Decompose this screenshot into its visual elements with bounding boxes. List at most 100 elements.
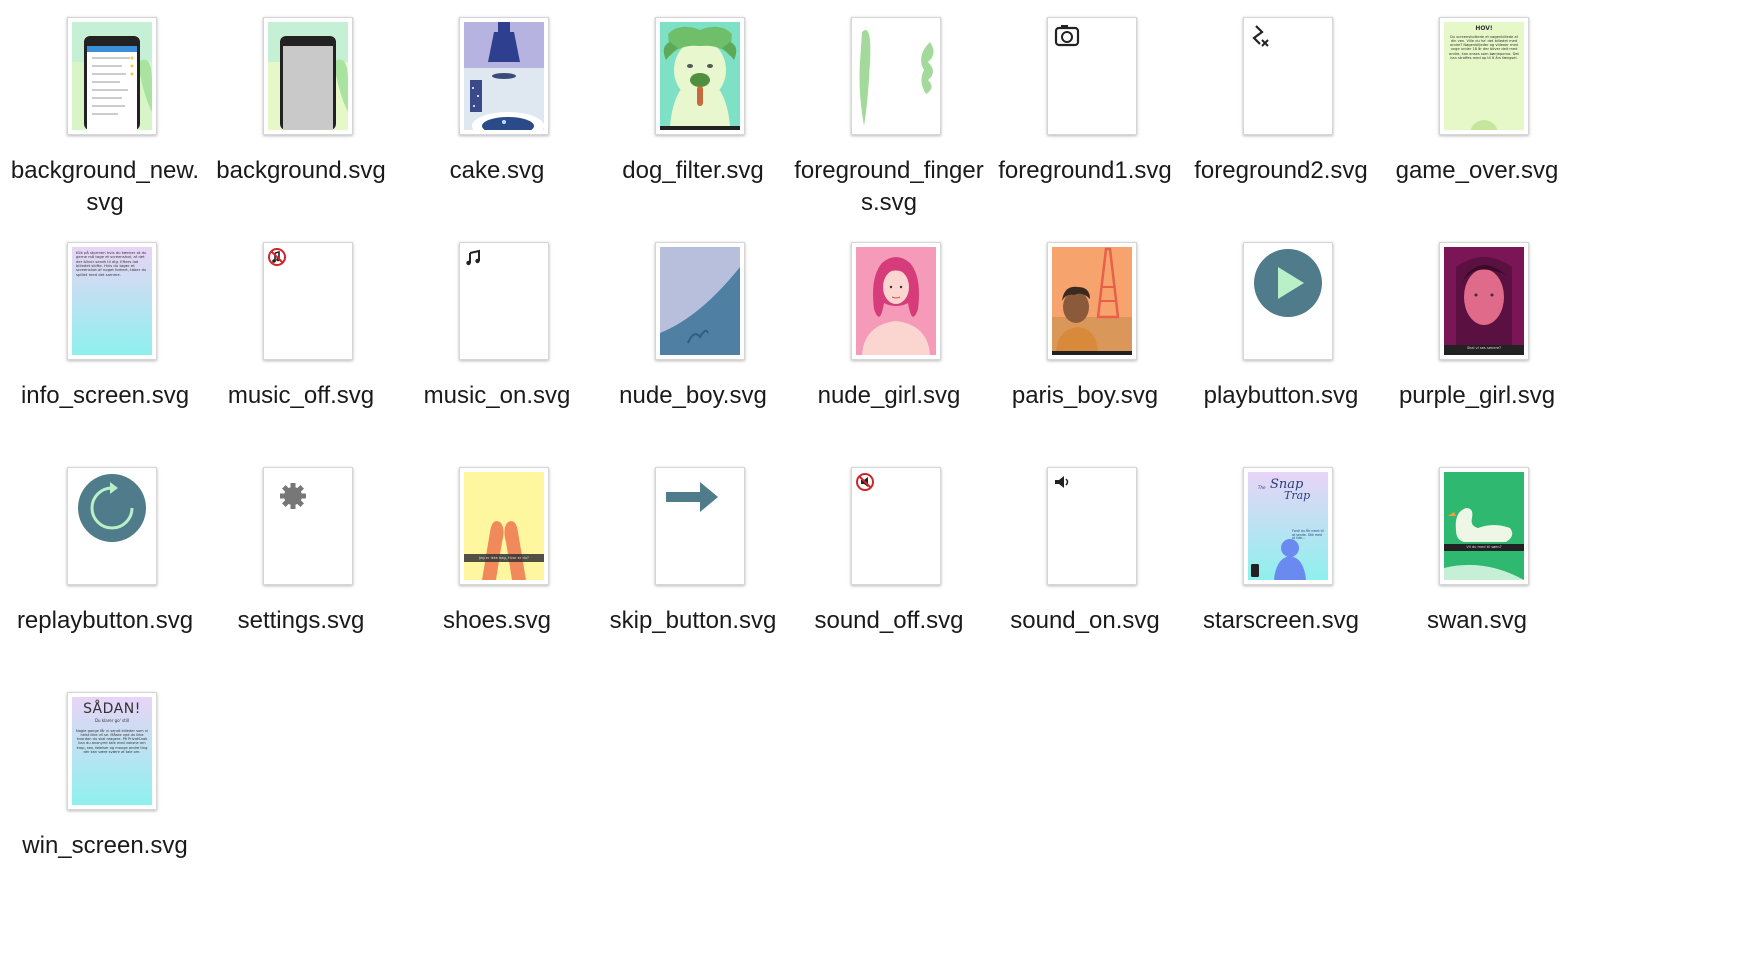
file-name-label[interactable]: starscreen.svg <box>1171 605 1391 637</box>
paris-boy-preview <box>1052 247 1132 355</box>
sound-off-preview <box>856 472 936 580</box>
file-name-label[interactable]: foreground2.svg <box>1171 155 1391 187</box>
file-name-label[interactable]: replaybutton.svg <box>0 605 215 637</box>
svg-file-thumbnail[interactable] <box>459 242 549 360</box>
file-name-label[interactable]: background_new. svg <box>0 155 215 219</box>
dog-filter-preview <box>660 22 740 130</box>
file-name-label[interactable]: swan.svg <box>1367 605 1587 637</box>
skip-button-preview <box>660 472 740 580</box>
file-name-label[interactable]: music_on.svg <box>387 380 607 412</box>
file-name-label[interactable]: paris_boy.svg <box>975 380 1195 412</box>
file-icon-grid: background_new. svg background.svg cake.s… <box>0 0 1758 954</box>
cake-preview <box>464 22 544 130</box>
svg-file-thumbnail[interactable] <box>655 242 745 360</box>
file-name-line: sound_on.svg <box>1010 607 1160 634</box>
file-name-line: swan.svg <box>1426 607 1528 634</box>
file-name-label[interactable]: nude_boy.svg <box>583 380 803 412</box>
background-new-preview <box>72 22 152 130</box>
game-over-body: Du screenshottede et nøgenbillede af din… <box>1449 35 1519 60</box>
file-name-line: replaybutton.svg <box>16 607 194 634</box>
file-name-line: skip_button.svg <box>609 607 777 634</box>
svg-file-thumbnail[interactable]: SÅDAN! Du klarer go' still Nogle gange f… <box>67 692 157 810</box>
file-name-line: game_over.svg <box>1395 157 1559 184</box>
svg-file-thumbnail[interactable] <box>1243 242 1333 360</box>
file-name-label[interactable]: info_screen.svg <box>0 380 215 412</box>
file-name-label[interactable]: cake.svg <box>387 155 607 187</box>
file-name-line: dog_filter.svg <box>622 157 764 184</box>
svg-file-thumbnail[interactable] <box>851 467 941 585</box>
settings-preview <box>268 472 348 580</box>
file-name-label[interactable]: foreground1.svg <box>975 155 1195 187</box>
file-name-label[interactable]: sound_on.svg <box>975 605 1195 637</box>
svg-file-thumbnail[interactable] <box>67 467 157 585</box>
file-name-label[interactable]: purple_girl.svg <box>1367 380 1587 412</box>
file-name-line: playbutton.svg <box>1203 382 1359 409</box>
game-over-title: HOV! <box>1475 25 1493 32</box>
file-name-line: svg <box>86 189 124 216</box>
swan-caption: Vil du med til søen? <box>1466 545 1502 549</box>
file-name-line: s.svg <box>860 189 917 216</box>
svg-file-thumbnail[interactable] <box>67 17 157 135</box>
svg-file-thumbnail[interactable]: Skal vi ses senere? <box>1439 242 1529 360</box>
svg-file-thumbnail[interactable] <box>263 242 353 360</box>
svg-file-thumbnail[interactable] <box>263 467 353 585</box>
music-on-preview <box>464 247 544 355</box>
svg-file-thumbnail[interactable] <box>1243 17 1333 135</box>
file-name-line: music_off.svg <box>227 382 375 409</box>
file-name-line: starscreen.svg <box>1202 607 1360 634</box>
music-off-preview <box>268 247 348 355</box>
info-screen-preview: Klik på stormen hvis du tænker at du ger… <box>72 247 152 355</box>
nude-boy-preview <box>660 247 740 355</box>
starscreen-preview: The Snap Trap Fordi du får nemt til at s… <box>1248 472 1328 580</box>
foreground2-preview <box>1248 22 1328 130</box>
foreground-fingers-preview <box>856 22 936 130</box>
file-name-label[interactable]: skip_button.svg <box>583 605 803 637</box>
file-name-line: foreground_finger <box>794 157 984 184</box>
svg-file-thumbnail[interactable] <box>851 242 941 360</box>
shoes-caption: Jeg er ikke bag, Hvor er du? <box>479 555 529 560</box>
file-name-line: sound_off.svg <box>814 607 964 634</box>
file-name-label[interactable]: shoes.svg <box>387 605 607 637</box>
file-name-line: background.svg <box>216 157 386 184</box>
file-name-line: cake.svg <box>449 157 545 184</box>
purple-girl-preview: Skal vi ses senere? <box>1444 247 1524 355</box>
game-over-preview: HOV! Du screenshottede et nøgenbillede a… <box>1444 22 1524 130</box>
svg-file-thumbnail[interactable]: The Snap Trap Fordi du får nemt til at s… <box>1243 467 1333 585</box>
svg-file-thumbnail[interactable] <box>263 17 353 135</box>
file-name-label[interactable]: dog_filter.svg <box>583 155 803 187</box>
svg-file-thumbnail[interactable] <box>459 17 549 135</box>
file-name-line: music_on.svg <box>423 382 571 409</box>
file-name-label[interactable]: win_screen.svg <box>0 830 215 862</box>
file-name-label[interactable]: sound_off.svg <box>779 605 999 637</box>
purple-caption: Skal vi ses senere? <box>1466 346 1502 350</box>
file-name-line: foreground2.svg <box>1194 157 1368 184</box>
file-name-label[interactable]: nude_girl.svg <box>779 380 999 412</box>
file-name-line: nude_girl.svg <box>817 382 961 409</box>
svg-file-thumbnail[interactable]: Jeg er ikke bag, Hvor er du? <box>459 467 549 585</box>
file-name-label[interactable]: background.svg <box>191 155 411 187</box>
file-name-line: foreground1.svg <box>998 157 1172 184</box>
playbutton-preview <box>1248 247 1328 355</box>
svg-file-thumbnail[interactable]: Klik på stormen hvis du tænker at du ger… <box>67 242 157 360</box>
file-name-label[interactable]: foreground_finger s.svg <box>779 155 999 219</box>
svg-file-thumbnail[interactable] <box>1047 242 1137 360</box>
background-preview <box>268 22 348 130</box>
svg-file-thumbnail[interactable]: Vil du med til søen? <box>1439 467 1529 585</box>
file-name-label[interactable]: game_over.svg <box>1367 155 1587 187</box>
file-name-line: win_screen.svg <box>22 832 188 859</box>
svg-file-thumbnail[interactable] <box>655 467 745 585</box>
file-name-line: settings.svg <box>237 607 365 634</box>
file-name-label[interactable]: playbutton.svg <box>1171 380 1391 412</box>
file-name-label[interactable]: settings.svg <box>191 605 411 637</box>
info-body: Klik på stormen hvis du tænker at du ger… <box>76 250 147 277</box>
file-name-line: purple_girl.svg <box>1398 382 1556 409</box>
file-name-label[interactable]: music_off.svg <box>191 380 411 412</box>
svg-file-thumbnail[interactable] <box>655 17 745 135</box>
svg-file-thumbnail[interactable] <box>1047 17 1137 135</box>
svg-file-thumbnail[interactable]: HOV! Du screenshottede et nøgenbillede a… <box>1439 17 1529 135</box>
svg-file-thumbnail[interactable] <box>1047 467 1137 585</box>
shoes-preview: Jeg er ikke bag, Hvor er du? <box>464 472 544 580</box>
file-name-line: shoes.svg <box>442 607 552 634</box>
file-name-line: nude_boy.svg <box>619 382 767 409</box>
svg-file-thumbnail[interactable] <box>851 17 941 135</box>
